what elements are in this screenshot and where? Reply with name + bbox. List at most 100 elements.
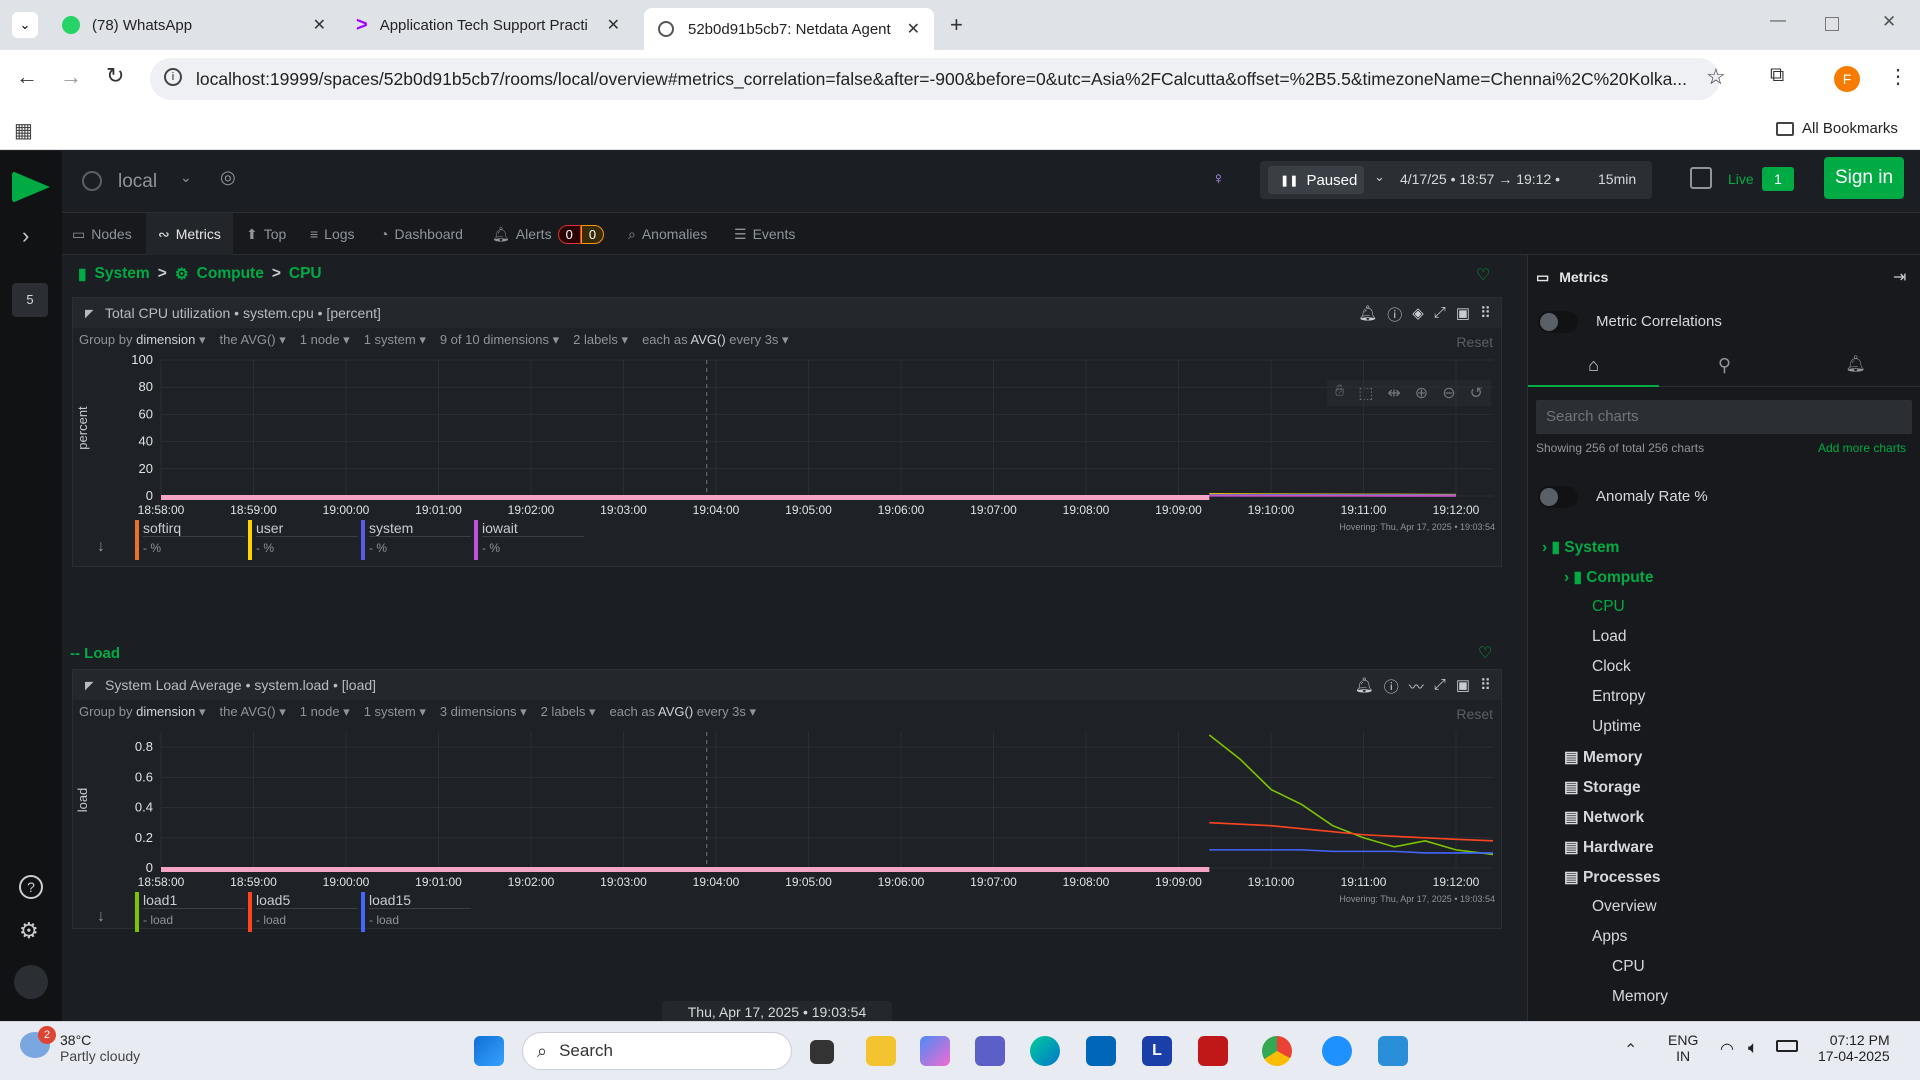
breadcrumb-cpu[interactable]: CPU [289, 265, 322, 284]
menu-icon[interactable]: ⋮ [1888, 64, 1908, 89]
collapse-sidebar-icon[interactable]: ⇥ [1893, 267, 1906, 287]
tree-item-network[interactable]: ▤ Network [1564, 808, 1644, 827]
labels-control[interactable]: 2 labels ▾ [541, 704, 596, 720]
tab-search-button[interactable]: ⌄ [12, 12, 38, 38]
back-icon[interactable]: ← [16, 64, 38, 90]
new-tab-button[interactable]: + [950, 12, 963, 38]
nodes-control[interactable]: 1 node ▾ [300, 704, 350, 720]
sign-in-button[interactable]: Sign in [1824, 157, 1904, 199]
legend-item-system[interactable]: system - % [361, 520, 471, 560]
clock[interactable]: 07:12 PM 17-04-2025 [1818, 1032, 1890, 1064]
drag-icon[interactable]: ⠿ [1480, 304, 1491, 325]
copilot-icon[interactable] [920, 1036, 950, 1066]
heart-icon[interactable]: ♡ [1476, 265, 1490, 285]
breadcrumb-system[interactable]: System [95, 265, 150, 284]
room-name[interactable]: local [118, 171, 157, 193]
tree-item-compute[interactable]: › ▮ Compute [1564, 568, 1653, 587]
all-bookmarks[interactable]: All Bookmarks [1776, 120, 1898, 137]
legend-collapse-icon[interactable]: ↓ [97, 538, 105, 556]
tree-item-cpu[interactable]: CPU [1592, 598, 1625, 616]
windows-start-icon[interactable] [474, 1036, 504, 1066]
labels-control[interactable]: 2 labels ▾ [573, 332, 628, 348]
minimize-button[interactable]: — [1770, 12, 1786, 30]
tray-chevron-icon[interactable]: ⌃ [1624, 1040, 1637, 1060]
time-range[interactable]: 4/17/25 • 18:57 → 19:12 • [1400, 171, 1560, 187]
legend-item-softirq[interactable]: softirq - % [135, 520, 245, 560]
room-dropdown-icon[interactable]: ⌄ [180, 169, 192, 186]
tab-netdata[interactable]: 52b0d91b5cb7: Netdata Agent ✕ [644, 8, 934, 50]
chrome-icon[interactable] [1262, 1036, 1292, 1066]
tab-nodes[interactable]: ▭ Nodes [72, 213, 132, 255]
tab-charts-icon[interactable]: ⌂ [1528, 347, 1659, 387]
legend-item-user[interactable]: user - % [248, 520, 358, 560]
settings-icon[interactable]: ⚙ [19, 918, 39, 944]
restore-button[interactable] [1825, 17, 1839, 31]
live-count-badge[interactable]: 1 [1762, 167, 1794, 191]
chevron-down-icon[interactable]: ⌄ [1374, 169, 1385, 185]
tree-item-memory[interactable]: ▤ Memory [1564, 748, 1642, 767]
lightbulb-icon[interactable]: ♀ [1212, 169, 1225, 189]
heart-icon[interactable]: ♡ [1478, 643, 1492, 663]
star-icon[interactable]: ☆ [1706, 64, 1726, 90]
tab-anomalies[interactable]: ⌕ Anomalies [628, 213, 707, 255]
tree-item-processes[interactable]: ▤ Processes [1564, 868, 1661, 887]
cpu-chart-plot[interactable]: 18:58:00 18:59:00 19:00:00 19:01:00 19:02:00… [73, 354, 1503, 518]
close-icon[interactable]: ✕ [313, 15, 326, 35]
task-view-icon[interactable] [810, 1040, 834, 1064]
fullscreen-icon[interactable]: ⤢ [1434, 304, 1446, 325]
legend-collapse-icon[interactable]: ↓ [97, 908, 105, 926]
tree-item-overview[interactable]: Overview [1592, 898, 1657, 916]
battery-icon[interactable] [1776, 1040, 1798, 1052]
user-icon[interactable] [14, 965, 48, 999]
expand-icon[interactable]: › [22, 223, 29, 249]
legend-item-load5[interactable]: load5 - load [248, 892, 358, 932]
weather-widget[interactable]: 2 38°C Partly cloudy [20, 1026, 140, 1064]
tree-item-uptime[interactable]: Uptime [1592, 718, 1641, 736]
time-duration[interactable]: 15min [1598, 171, 1636, 187]
store-icon[interactable] [1086, 1036, 1116, 1066]
fullscreen-icon[interactable]: ⤢ [1434, 676, 1446, 697]
tree-item-load[interactable]: Load [1592, 628, 1626, 646]
language-indicator[interactable]: ENG IN [1668, 1032, 1698, 1064]
live-toggle-icon[interactable] [1690, 167, 1712, 189]
breadcrumb-compute[interactable]: Compute [197, 265, 264, 284]
drag-icon[interactable]: ⠿ [1480, 676, 1491, 697]
dimensions-control[interactable]: 3 dimensions ▾ [440, 704, 527, 720]
mcafee-icon[interactable] [1198, 1036, 1228, 1066]
teams-icon[interactable] [975, 1036, 1005, 1066]
tree-item-storage[interactable]: ▤ Storage [1564, 778, 1641, 797]
wifi-icon[interactable]: ◠ [1720, 1039, 1734, 1059]
tree-item-cpu[interactable]: CPU [1612, 958, 1645, 976]
tree-item-system[interactable]: › ▮ System [1542, 538, 1619, 557]
tree-item-memory[interactable]: Memory [1612, 988, 1668, 1006]
legend-item-iowait[interactable]: iowait - % [474, 520, 584, 560]
tab-whatsapp[interactable]: (78) WhatsApp ✕ [48, 8, 340, 42]
edge-icon[interactable] [1030, 1036, 1060, 1066]
group-by-control[interactable]: Group by dimension ▾ [79, 332, 206, 348]
save-icon[interactable]: ▣ [1456, 676, 1470, 697]
pause-button[interactable]: ❚❚ Paused [1268, 166, 1364, 194]
time-aggregation-control[interactable]: each as AVG() every 3s ▾ [642, 332, 789, 348]
extensions-icon[interactable]: ⧉ [1770, 64, 1784, 87]
alert-bell-icon[interactable]: 🔔︎ [1358, 304, 1377, 325]
address-bar[interactable]: i localhost:19999/spaces/52b0d91b5cb7/ro… [150, 58, 1720, 100]
group-by-control[interactable]: Group by dimension ▾ [79, 704, 206, 720]
aggregation-control[interactable]: the AVG() ▾ [220, 704, 286, 720]
volume-icon[interactable]: 🔈︎ [1748, 1038, 1758, 1058]
tree-item-clock[interactable]: Clock [1592, 658, 1631, 676]
time-control[interactable]: ❚❚ Paused ⌄ 4/17/25 • 18:57 → 19:12 • 15… [1260, 161, 1652, 199]
search-charts-input[interactable]: Search charts [1536, 400, 1912, 434]
info-icon[interactable]: ⓘ [1384, 676, 1399, 697]
taskbar-search[interactable]: ⌕ Search [522, 1032, 792, 1070]
save-icon[interactable]: ▣ [1456, 304, 1470, 325]
room-settings-icon[interactable]: ◎ [220, 167, 236, 188]
trend-icon[interactable]: 〰 [1409, 676, 1424, 697]
messaging-icon[interactable] [1322, 1036, 1352, 1066]
dimensions-control[interactable]: 9 of 10 dimensions ▾ [440, 332, 559, 348]
legend-item-load1[interactable]: load1 - load [135, 892, 245, 932]
tab-app-tech-support[interactable]: > Application Tech Support Practi ✕ [342, 8, 634, 42]
notepad-icon[interactable] [1378, 1036, 1408, 1066]
profile-avatar[interactable]: F [1834, 66, 1860, 92]
legend-item-load15[interactable]: load15 - load [361, 892, 471, 932]
close-icon[interactable]: ✕ [607, 15, 620, 35]
